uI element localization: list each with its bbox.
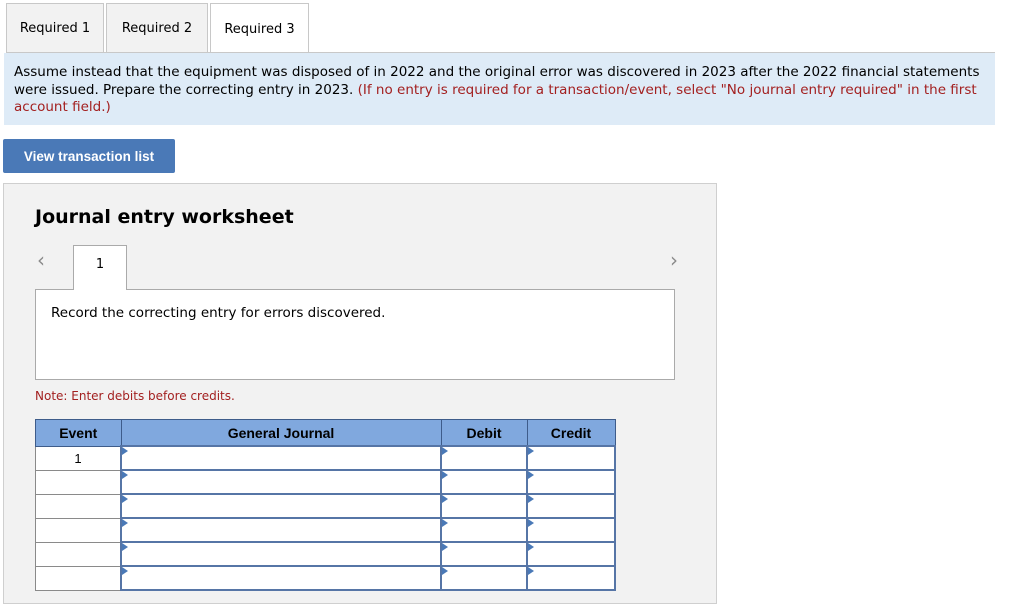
event-cell xyxy=(35,565,122,591)
entry-description-text: Record the correcting entry for errors d… xyxy=(51,305,386,321)
journal-table: Event General Journal Debit Credit 1 xyxy=(35,419,616,591)
chevron-left-icon[interactable]: ‹ xyxy=(37,248,45,272)
dropdown-indicator-icon xyxy=(442,567,448,575)
requirement-tabs: Required 1 Required 2 Required 3 xyxy=(6,3,311,54)
dropdown-indicator-icon xyxy=(122,471,128,479)
chevron-right-icon[interactable]: › xyxy=(670,248,678,272)
dropdown-indicator-icon xyxy=(528,471,534,479)
debit-input[interactable] xyxy=(440,493,528,519)
dropdown-indicator-icon xyxy=(528,543,534,551)
dropdown-indicator-icon xyxy=(122,543,128,551)
table-header-row: Event General Journal Debit Credit xyxy=(35,419,616,447)
table-row xyxy=(35,565,616,591)
debit-credit-note: Note: Enter debits before credits. xyxy=(35,389,235,403)
credit-input[interactable] xyxy=(526,493,616,519)
credit-input[interactable] xyxy=(526,445,616,471)
table-row xyxy=(35,493,616,519)
debit-input[interactable] xyxy=(440,565,528,591)
view-transaction-list-button[interactable]: View transaction list xyxy=(3,139,175,173)
debit-input[interactable] xyxy=(440,541,528,567)
dropdown-indicator-icon xyxy=(122,447,128,455)
instruction-panel: Assume instead that the equipment was di… xyxy=(4,53,995,125)
credit-input[interactable] xyxy=(526,517,616,543)
entry-tab-1[interactable]: 1 xyxy=(73,245,127,290)
dropdown-indicator-icon xyxy=(442,471,448,479)
worksheet-title: Journal entry worksheet xyxy=(35,206,294,228)
event-cell xyxy=(35,541,122,567)
account-input[interactable] xyxy=(120,493,442,519)
tab-required-2[interactable]: Required 2 xyxy=(106,3,208,52)
debit-input[interactable] xyxy=(440,469,528,495)
journal-entry-worksheet: Journal entry worksheet ‹ › 1 Record the… xyxy=(3,183,717,604)
table-row xyxy=(35,517,616,543)
account-input[interactable] xyxy=(120,469,442,495)
dropdown-indicator-icon xyxy=(528,447,534,455)
header-debit: Debit xyxy=(440,419,528,447)
account-input[interactable] xyxy=(120,517,442,543)
table-row xyxy=(35,469,616,495)
event-cell xyxy=(35,469,122,495)
dropdown-indicator-icon xyxy=(528,519,534,527)
dropdown-indicator-icon xyxy=(122,519,128,527)
table-row: 1 xyxy=(35,445,616,471)
tab-required-3[interactable]: Required 3 xyxy=(210,3,309,54)
credit-input[interactable] xyxy=(526,469,616,495)
credit-input[interactable] xyxy=(526,541,616,567)
dropdown-indicator-icon xyxy=(442,519,448,527)
credit-input[interactable] xyxy=(526,565,616,591)
header-event: Event xyxy=(35,419,122,447)
dropdown-indicator-icon xyxy=(442,543,448,551)
dropdown-indicator-icon xyxy=(122,495,128,503)
debit-input[interactable] xyxy=(440,445,528,471)
header-credit: Credit xyxy=(526,419,616,447)
dropdown-indicator-icon xyxy=(442,447,448,455)
dropdown-indicator-icon xyxy=(528,567,534,575)
tab-required-1[interactable]: Required 1 xyxy=(6,3,104,52)
header-general-journal: General Journal xyxy=(120,419,442,447)
entry-description: Record the correcting entry for errors d… xyxy=(35,289,675,380)
account-input[interactable] xyxy=(120,445,442,471)
account-input[interactable] xyxy=(120,541,442,567)
account-input[interactable] xyxy=(120,565,442,591)
event-cell xyxy=(35,517,122,543)
debit-input[interactable] xyxy=(440,517,528,543)
event-cell: 1 xyxy=(35,445,122,471)
table-row xyxy=(35,541,616,567)
dropdown-indicator-icon xyxy=(122,567,128,575)
dropdown-indicator-icon xyxy=(442,495,448,503)
dropdown-indicator-icon xyxy=(528,495,534,503)
event-cell xyxy=(35,493,122,519)
